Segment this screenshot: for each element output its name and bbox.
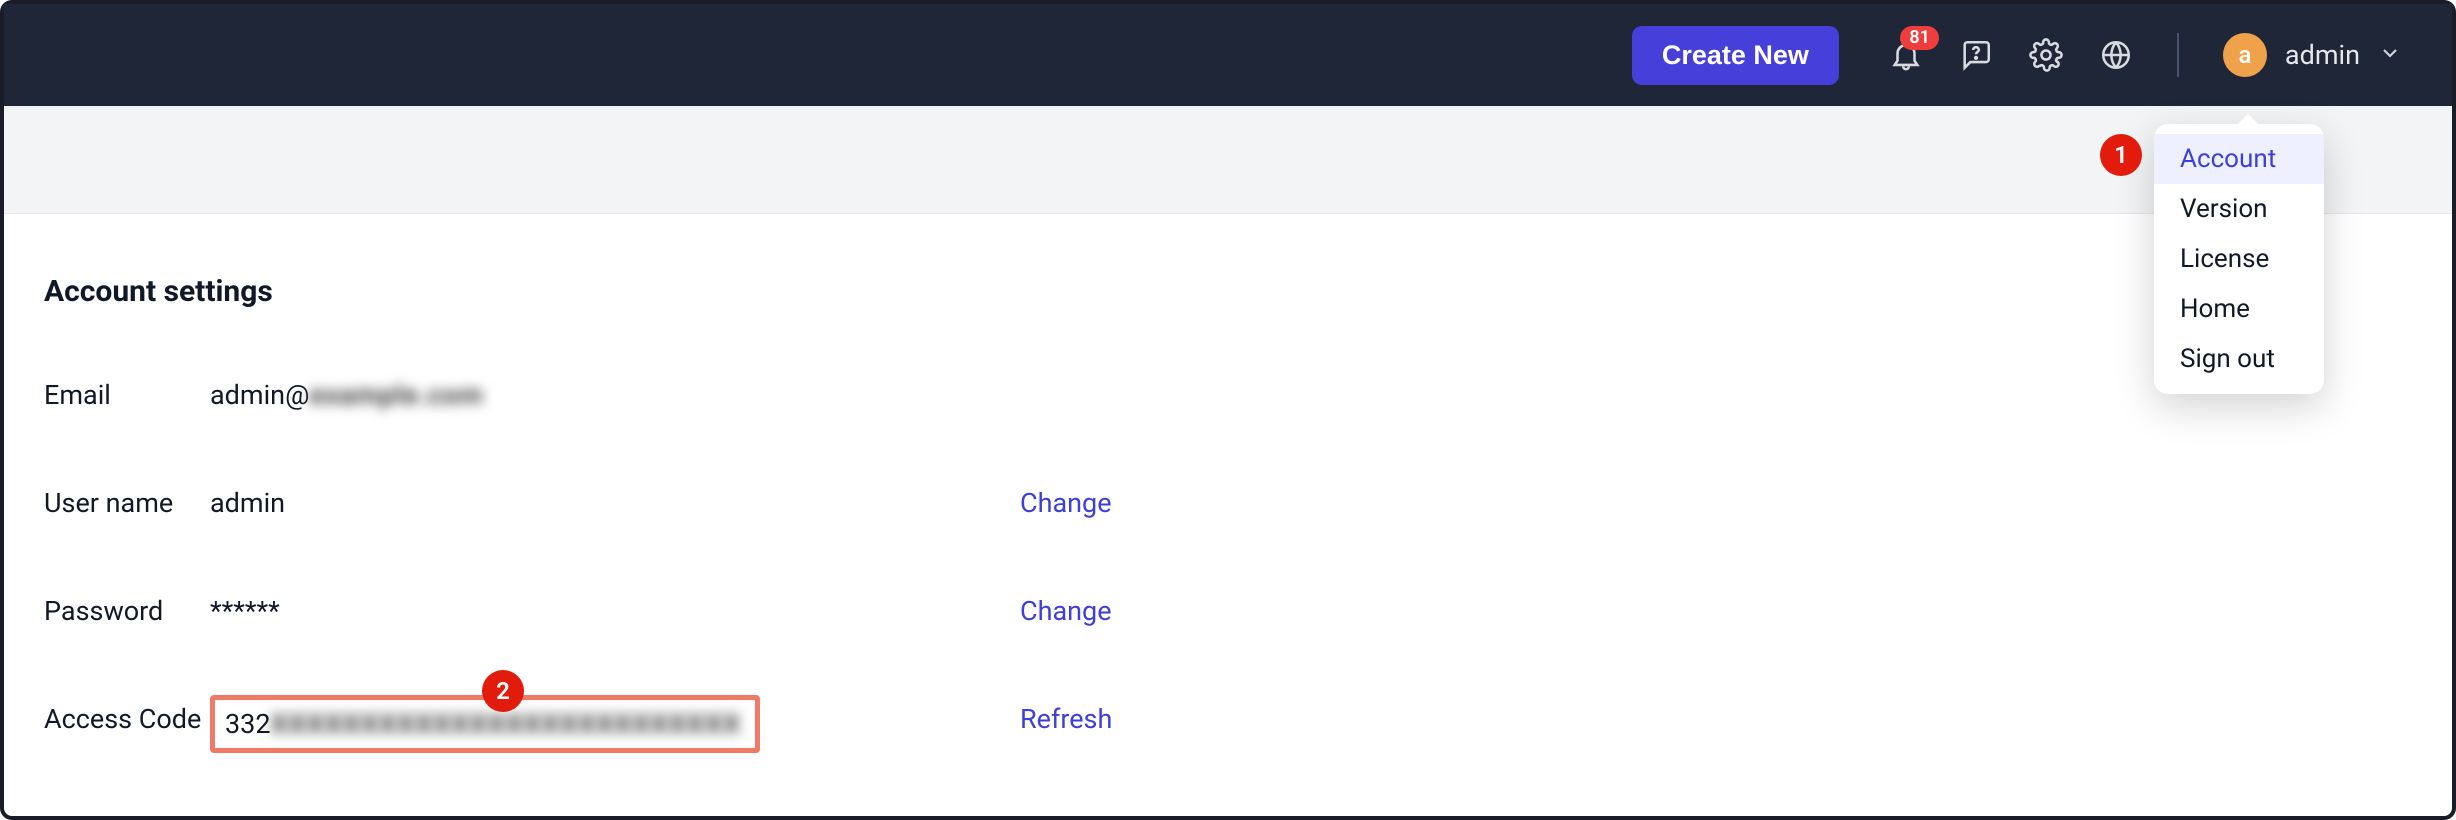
access-code-prefix: 332 [225,708,271,740]
notification-badge: 81 [1900,26,1939,50]
dropdown-item-account[interactable]: Account [2154,134,2324,184]
user-dropdown: Account Version License Home Sign out [2154,124,2324,394]
account-settings-panel: Account settings Email admin@example.com… [4,214,2452,753]
access-code-blurred: XXXXXXXXXXXXXXXXXXXXXXXXXX [271,708,742,740]
row-email: Email admin@example.com [44,379,2452,411]
dropdown-item-signout[interactable]: Sign out [2154,334,2324,384]
bell-icon[interactable]: 81 [1889,38,1923,72]
value-access-code: 332XXXXXXXXXXXXXXXXXXXXXXXXXX [210,703,1020,753]
email-blurred: example.com [309,379,483,411]
value-username: admin [210,487,1020,519]
help-icon[interactable] [1959,38,1993,72]
label-email: Email [44,379,210,411]
change-password-link[interactable]: Change [1020,595,1112,627]
globe-icon[interactable] [2099,38,2133,72]
change-username-link[interactable]: Change [1020,487,1112,519]
page-title: Account settings [44,274,2452,309]
dropdown-item-version[interactable]: Version [2154,184,2324,234]
email-prefix: admin@ [210,379,309,411]
label-access-code: Access Code [44,703,210,735]
label-password: Password [44,595,210,627]
dropdown-item-home[interactable]: Home [2154,284,2324,334]
access-code-highlight: 332XXXXXXXXXXXXXXXXXXXXXXXXXX [210,695,760,753]
gear-icon[interactable] [2029,38,2063,72]
user-menu-trigger[interactable]: a admin [2223,33,2402,77]
row-access-code: Access Code 332XXXXXXXXXXXXXXXXXXXXXXXXX… [44,703,2452,753]
value-email: admin@example.com [210,379,1020,411]
refresh-access-code-link[interactable]: Refresh [1020,703,1112,735]
value-password: ****** [210,595,1020,627]
app-header: Create New 81 a admin [4,4,2452,106]
chevron-down-icon [2378,41,2402,69]
row-password: Password ****** Change [44,595,2452,627]
dropdown-item-license[interactable]: License [2154,234,2324,284]
subheader-band [4,106,2452,214]
label-username: User name [44,487,210,519]
header-icons: 81 [1889,38,2133,72]
avatar: a [2223,33,2267,77]
dropdown-caret [2236,114,2260,126]
annotation-badge-2: 2 [482,670,524,712]
create-new-button[interactable]: Create New [1632,26,1839,85]
annotation-badge-1: 1 [2100,134,2142,176]
user-name-label: admin [2285,39,2360,71]
row-username: User name admin Change [44,487,2452,519]
header-divider [2177,33,2179,77]
